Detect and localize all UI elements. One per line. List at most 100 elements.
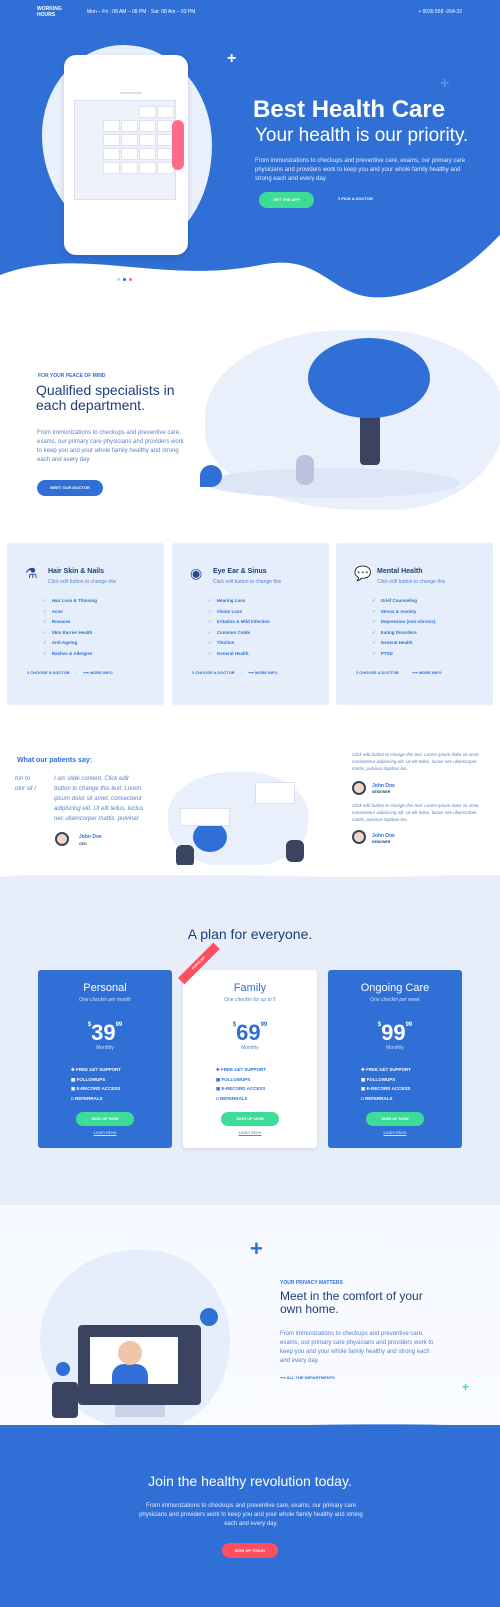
plan-name: Family [233, 982, 267, 994]
check-icon: ✓ [372, 650, 376, 656]
arrow-right-icon: ⟶ [412, 670, 419, 675]
qualified-title: Qualified specialists in each department… [36, 382, 175, 413]
feature-label: FOLLOWUPS [221, 1076, 251, 1082]
avatar [352, 830, 366, 844]
feature-label: REFERRALS [219, 1095, 248, 1101]
calendar-cell [139, 120, 156, 132]
list-item-label: Tinnitus [216, 640, 235, 645]
department-card: ◉ Eye Ear & Sinus Click edit button to c… [172, 543, 329, 705]
list-item: ✓ Tinnitus [208, 638, 270, 649]
department-list: ✓ Grief Counseling ✓ Stress & Anxiety ✓ Dep… [372, 596, 436, 659]
hero-title: Best Health Care [253, 96, 446, 123]
calendar-cell [139, 106, 156, 118]
meet-doctor-button[interactable]: MEET OUR DOCTOR [37, 480, 103, 496]
check-icon: ✓ [208, 650, 212, 656]
join-description: From immunizations to checkups and preve… [139, 1503, 363, 1527]
choose-doctor-link[interactable]: CHOOSE A DOCTOR [359, 670, 398, 675]
list-item-label: Rashes & Allergies [51, 650, 93, 656]
plan-note: One checkin per week [370, 997, 420, 1003]
feature-label: FOLLOWUPS [76, 1076, 106, 1082]
plan-price: $9999 [328, 1020, 462, 1046]
check-icon: ✓ [43, 608, 47, 614]
list-item-label: Skin Barrier Health [51, 629, 93, 635]
person-reading-illustration [286, 840, 304, 862]
testimonial-role: CEO [79, 842, 87, 846]
working-hours-label: WORKING HOURS [37, 6, 77, 18]
department-card: 💬 Mental Health Click edit button to cha… [336, 543, 493, 705]
sign-up-button[interactable]: SIGN UP NOW [76, 1112, 134, 1126]
list-item-label: Common Colds [216, 629, 251, 635]
get-app-button[interactable]: GET THE APP [259, 192, 314, 208]
more-info-link[interactable]: MORE INFO [419, 670, 442, 675]
feature-label: FREE 24/7 SUPPORT [221, 1067, 267, 1072]
phone-number[interactable]: + 0035 558 -264-32 [418, 9, 462, 15]
testimonial-name: John Doe [372, 833, 395, 839]
testimonial-quote-right: Click edit button to change this text. L… [352, 752, 480, 771]
previous-slide-fragment: ton to olor sit r [15, 776, 37, 792]
eye-icon: ◉ [190, 565, 203, 581]
plus-decoration-icon: + [250, 1236, 263, 1261]
choose-doctor-link[interactable]: CHOOSE A DOCTOR [195, 670, 234, 675]
phone-speaker [120, 92, 142, 94]
feature-label: E-RECORD ACCESS [221, 1086, 266, 1091]
department-footer: ⚕ CHOOSE A DOCTOR | ⟶ MORE INFO [356, 670, 442, 675]
plan-name: Ongoing Care [360, 982, 430, 994]
doctor-face-illustration [118, 1341, 142, 1365]
divider: | [240, 670, 242, 675]
department-list: ✓ Hair Loss & Thinning ✓ Acne ✓ Rosacea ✓ Sk… [43, 596, 97, 659]
section-eyebrow: FOR YOUR PEACE OF MIND [38, 373, 106, 379]
list-item-label: Vision Loss [216, 608, 242, 614]
list-item-label: Grief Counseling [380, 598, 418, 603]
plan-features: ✚ FREE 24/7 SUPPORT ▦ FOLLOWUPS ▣ E-RECO… [361, 1065, 411, 1103]
more-info-link[interactable]: MORE INFO [90, 670, 113, 675]
check-icon: ✓ [208, 619, 212, 624]
sign-up-button[interactable]: SIGN UP NOW [366, 1112, 424, 1126]
join-wave [0, 1424, 500, 1433]
department-footer: ⚕ CHOOSE A DOCTOR | ⟶ MORE INFO [27, 670, 113, 675]
all-departments-link[interactable]: ⟶ ALL THE DEPARTMENTS [280, 1375, 335, 1380]
join-title: Join the healthy revolution today. [148, 1473, 352, 1489]
list-item-label: Depression (non-chronic) [380, 619, 436, 624]
list-item: ▣ E-RECORD ACCESS [361, 1084, 411, 1094]
calendar-cell [103, 120, 120, 132]
plant-illustration [56, 1362, 70, 1376]
learn-more-link[interactable]: Learn More [328, 1130, 462, 1135]
department-card: ⚗ Hair Skin & Nails Click edit button to… [7, 543, 164, 705]
list-item-label: Rosacea [51, 619, 71, 624]
check-icon: ✓ [43, 619, 47, 624]
learn-more-link[interactable]: Learn More [38, 1130, 172, 1135]
more-info-link[interactable]: MORE INFO [255, 670, 278, 675]
list-item: ✓ Grief Counseling [372, 596, 436, 607]
sign-up-today-button[interactable]: SIGN UP TODAY [222, 1543, 278, 1558]
person-sitting-illustration [296, 455, 314, 485]
pick-doctor-link[interactable]: ⚕ PICK A DOCTOR [338, 196, 373, 201]
person-illustration [172, 120, 184, 170]
department-title: Eye Ear & Sinus [213, 568, 267, 575]
slider-dots[interactable] [117, 268, 139, 281]
feature-label: REFERRALS [74, 1095, 103, 1101]
check-icon: ✓ [208, 640, 212, 645]
list-item-label: Hearing Loss [216, 598, 246, 603]
list-item: ✓ Anti-Ageing [43, 638, 97, 649]
list-item: ✓ Vision Loss [208, 607, 270, 618]
list-item: ▣ E-RECORD ACCESS [216, 1084, 266, 1094]
check-icon: ✓ [43, 650, 47, 656]
divider: | [404, 670, 406, 675]
sign-up-button[interactable]: SIGN UP NOW [221, 1112, 279, 1126]
calendar-cell [121, 134, 138, 146]
top-bar: WORKING HOURS Mon – Fri : 08 AM – 08 PM … [0, 0, 500, 25]
choose-doctor-link[interactable]: CHOOSE A DOCTOR [30, 670, 69, 675]
list-item-label: General Health [216, 650, 249, 656]
check-icon: ✓ [208, 629, 212, 635]
hero-description: From immunizations to checkups and preve… [255, 158, 466, 182]
learn-more-link[interactable]: Learn More [183, 1130, 317, 1135]
plan-price: $6999 [183, 1020, 317, 1046]
list-item-label: Acne [51, 608, 63, 614]
section-eyebrow: YOUR PRIVACY MATTERS [280, 1280, 343, 1286]
hours-text: Mon – Fri : 08 AM – 08 PM · Sat: 08 Am –… [87, 9, 196, 15]
list-item-label: General Health [380, 640, 413, 645]
feature-label: REFERRALS [364, 1095, 393, 1101]
plan-note: One checkin per month [79, 997, 131, 1003]
calendar-cell [157, 106, 174, 118]
testimonial-quote-right: Click edit button to change this text. L… [352, 803, 480, 822]
